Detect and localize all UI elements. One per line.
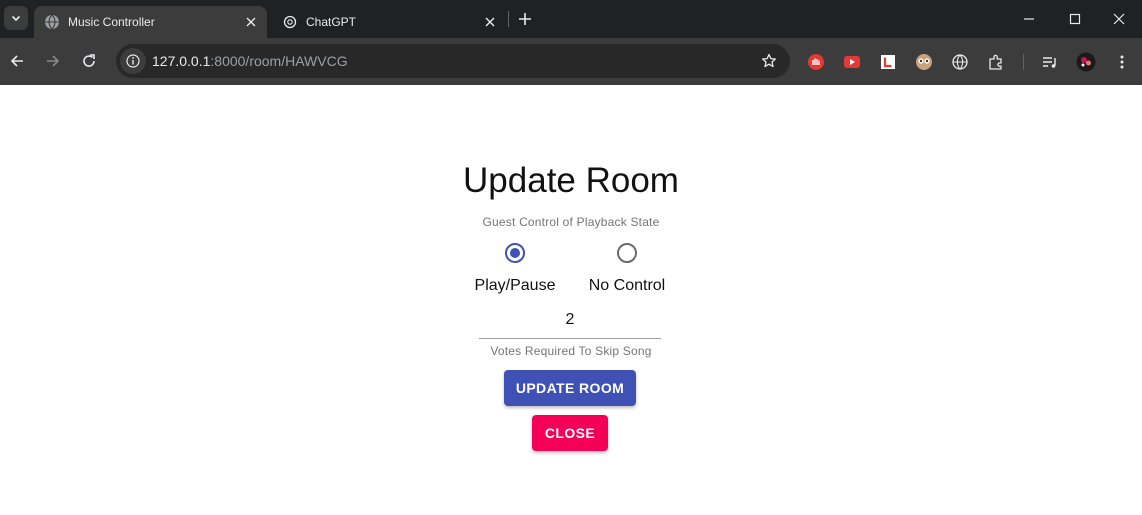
minimize-icon: [1024, 18, 1034, 20]
close-button[interactable]: CLOSE: [532, 415, 608, 451]
maximize-button[interactable]: [1052, 0, 1098, 38]
arrow-left-icon: [10, 55, 23, 67]
back-button[interactable]: [2, 46, 32, 76]
url-path: :8000/room/HAWVCG: [210, 53, 348, 69]
address-bar[interactable]: 127.0.0.1:8000/room/HAWVCG: [116, 44, 790, 78]
new-tab-button[interactable]: [514, 8, 536, 30]
owl-extension-icon[interactable]: [914, 52, 934, 72]
url-host: 127.0.0.1: [152, 53, 211, 69]
tab-music-controller[interactable]: Music Controller: [34, 6, 267, 38]
puzzle-extensions-icon[interactable]: [986, 52, 1006, 72]
info-icon: [126, 54, 140, 68]
page-content: Update Room Guest Control of Playback St…: [0, 85, 1142, 515]
forward-button[interactable]: [38, 46, 68, 76]
radio-option-no-control[interactable]: No Control: [586, 241, 668, 295]
globe-icon: [44, 14, 60, 30]
bookmark-button[interactable]: [760, 52, 778, 70]
radio-label: Play/Pause: [474, 277, 556, 294]
radio-option-play-pause[interactable]: Play/Pause: [473, 241, 557, 295]
update-room-button[interactable]: UPDATE ROOM: [504, 370, 636, 406]
close-window-button[interactable]: [1096, 0, 1142, 38]
browser-toolbar: 127.0.0.1:8000/room/HAWVCG: [0, 38, 1142, 85]
url-text[interactable]: 127.0.0.1:8000/room/HAWVCG: [152, 53, 348, 69]
radio-unchecked-icon[interactable]: [617, 243, 637, 263]
radio-label: No Control: [588, 277, 666, 294]
close-tab-icon[interactable]: [482, 14, 498, 30]
tab-search-button[interactable]: [4, 6, 28, 30]
maximize-icon: [1069, 13, 1081, 25]
close-tab-icon[interactable]: [243, 14, 259, 30]
page-title: Update Room: [463, 161, 679, 200]
profile-avatar-icon[interactable]: [1076, 52, 1096, 72]
radio-dot: [510, 248, 520, 258]
reload-icon: [83, 54, 95, 67]
votes-to-skip-input[interactable]: 2: [479, 311, 661, 339]
radio-checked-icon[interactable]: [505, 243, 525, 263]
tab-divider: [508, 11, 509, 27]
votes-helper-text: Votes Required To Skip Song: [490, 344, 652, 358]
reload-button[interactable]: [74, 46, 104, 76]
tab-title: Music Controller: [68, 15, 155, 29]
media-control-icon[interactable]: [1040, 52, 1060, 72]
playback-control-helper: Guest Control of Playback State: [482, 215, 660, 229]
star-icon: [762, 53, 776, 68]
site-info-button[interactable]: [120, 48, 146, 74]
minimize-button[interactable]: [1006, 0, 1052, 38]
chevron-down-icon: [11, 15, 21, 22]
youtube-extension-icon[interactable]: [842, 52, 862, 72]
globe-extension-icon[interactable]: [950, 52, 970, 72]
openai-icon: [282, 14, 298, 30]
plus-icon: [519, 13, 531, 25]
stop-extension-icon[interactable]: [806, 52, 826, 72]
tab-title: ChatGPT: [306, 15, 357, 29]
tab-strip: Music Controller ChatGPT: [0, 0, 1142, 38]
l-extension-icon[interactable]: [878, 52, 898, 72]
browser-menu-button[interactable]: [1112, 52, 1132, 72]
more-vert-icon: [1120, 55, 1124, 69]
toolbar-divider: [1023, 54, 1024, 70]
tab-chatgpt[interactable]: ChatGPT: [272, 6, 506, 38]
arrow-right-icon: [47, 55, 60, 67]
close-icon: [1113, 13, 1125, 25]
